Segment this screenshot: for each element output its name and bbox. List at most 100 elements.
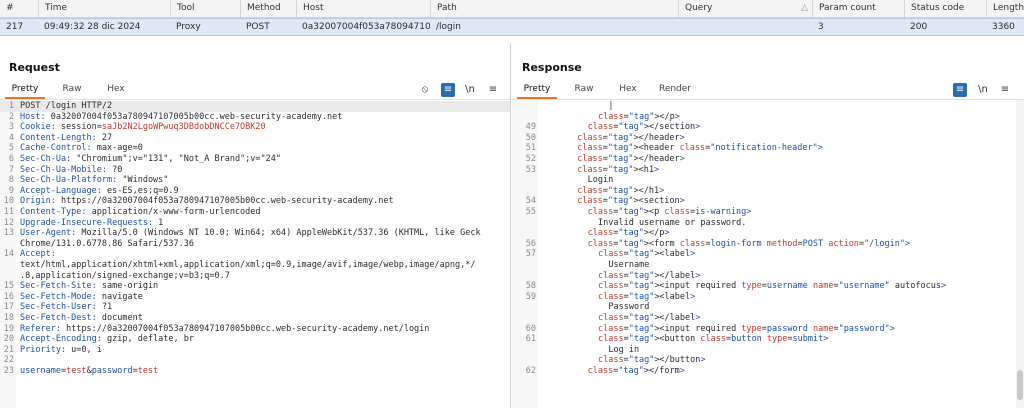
line-text: class="tag"><label> bbox=[598, 249, 696, 260]
line-text: .8,application/signed-exchange;v=b3;q=0.… bbox=[20, 271, 230, 282]
header-name: Sec-Fetch-Site: bbox=[20, 281, 97, 292]
header-value: session= bbox=[55, 122, 102, 133]
line-text: text/html,application/xhtml+xml,applicat… bbox=[20, 260, 475, 271]
wrap-lines-icon[interactable]: ≡ bbox=[441, 83, 455, 97]
header-name: Sec-Fetch-Mode: bbox=[20, 291, 97, 302]
line-number: 19 bbox=[3, 323, 14, 334]
col-number[interactable]: # bbox=[0, 0, 38, 17]
line-text: username=test&password=test bbox=[20, 366, 158, 377]
code-line: 54 class="tag"><section> bbox=[512, 196, 1024, 207]
header-name: Cookie: bbox=[20, 122, 56, 133]
line-number: 6 bbox=[8, 154, 14, 164]
col-path[interactable]: Path bbox=[430, 0, 678, 17]
line-number: 60 bbox=[525, 323, 536, 334]
response-title: Response bbox=[522, 61, 582, 74]
history-header-row: # Time Tool Method Host Path Query △ Par… bbox=[0, 0, 1024, 18]
header-name: Content-Type: bbox=[20, 207, 87, 217]
line-text: class="tag"></p> bbox=[598, 111, 680, 122]
code-line: 60 class="tag"><input required type=passw… bbox=[512, 324, 1024, 335]
code-line: 59 class="tag"><label> bbox=[512, 292, 1024, 303]
code-line: 14 Accept: bbox=[0, 249, 510, 260]
header-value: es-ES,es;q=0.9 bbox=[101, 185, 179, 196]
newline-icon[interactable]: \n bbox=[976, 83, 990, 97]
line-number: 3 bbox=[8, 122, 14, 133]
line-text: Invalid username or password. bbox=[598, 217, 747, 228]
col-time[interactable]: Time bbox=[38, 0, 170, 17]
code-line: 53 class="tag"><h1> bbox=[512, 165, 1024, 176]
row-path: /login bbox=[436, 22, 461, 32]
tab-raw[interactable]: Raw bbox=[57, 81, 87, 99]
line-number: 7 bbox=[8, 164, 14, 175]
tab-hex[interactable]: Hex bbox=[101, 81, 131, 99]
request-line: POST /login HTTP/2 bbox=[20, 101, 113, 111]
code-line: 51 class="tag"><header class="notificatio… bbox=[512, 143, 1024, 154]
line-text: class="tag"></label> bbox=[598, 313, 701, 323]
code-line: class="tag"></button> bbox=[512, 355, 1024, 366]
col-status-code[interactable]: Status code bbox=[904, 0, 986, 17]
response-editor[interactable]: | class="tag"></p> 49 class="tag"></section… bbox=[512, 100, 1024, 408]
code-line: 12 Upgrade-Insecure-Requests: 1 bbox=[0, 218, 510, 229]
line-text: Content-Length: 27 bbox=[20, 133, 112, 144]
line-text: Sec-Fetch-User: ?1 bbox=[20, 302, 112, 313]
hamburger-menu-icon[interactable]: ≡ bbox=[998, 83, 1012, 97]
code-line: 13 User-Agent: Mozilla/5.0 (Windows NT 10… bbox=[0, 228, 510, 239]
line-text: Upgrade-Insecure-Requests: 1 bbox=[20, 218, 163, 229]
row-method: POST bbox=[246, 22, 270, 32]
line-text: Sec-Fetch-Site: same-origin bbox=[20, 281, 158, 292]
line-text: Username bbox=[608, 260, 650, 270]
line-number: 10 bbox=[3, 196, 14, 207]
line-text: Accept: bbox=[20, 249, 56, 260]
line-text: class="tag"></h1> bbox=[577, 185, 665, 196]
hamburger-menu-icon[interactable]: ≡ bbox=[486, 83, 500, 97]
tab-pretty[interactable]: Pretty bbox=[5, 81, 45, 99]
line-text: Accept-Encoding: gzip, deflate, br bbox=[20, 334, 194, 345]
header-value: navigate bbox=[96, 291, 143, 302]
header-value: 27 bbox=[96, 132, 113, 143]
request-editor[interactable]: 1 POST /login HTTP/2 2 Host: 0a32007004f053… bbox=[0, 100, 510, 408]
line-number: 57 bbox=[525, 249, 536, 260]
col-param-count[interactable]: Param count bbox=[812, 0, 904, 17]
code-line: 9 Accept-Language: es-ES,es;q=0.9 bbox=[0, 186, 510, 197]
tab-raw[interactable]: Raw bbox=[569, 81, 599, 99]
col-host[interactable]: Host bbox=[296, 0, 430, 17]
line-text: class="tag"></header> bbox=[577, 154, 685, 164]
line-number: 14 bbox=[3, 249, 14, 260]
col-length[interactable]: Length bbox=[986, 0, 1024, 17]
col-query[interactable]: Query △ bbox=[678, 0, 812, 17]
header-name: User-Agent: bbox=[20, 228, 77, 239]
header-name: Sec-Ch-Ua-Mobile: bbox=[20, 164, 107, 175]
line-number: 4 bbox=[8, 132, 14, 143]
col-method[interactable]: Method bbox=[240, 0, 296, 17]
col-tool[interactable]: Tool bbox=[170, 0, 240, 17]
code-line: 57 class="tag"><label> bbox=[512, 249, 1024, 260]
header-value: text/html,application/xhtml+xml,applicat… bbox=[20, 260, 476, 270]
header-name: Accept-Language: bbox=[20, 185, 102, 196]
code-line: 49 class="tag"></section> bbox=[512, 122, 1024, 133]
tab-pretty[interactable]: Pretty bbox=[517, 81, 557, 99]
code-line: 62 class="tag"></form> bbox=[512, 366, 1024, 377]
row-number: 217 bbox=[6, 22, 24, 32]
code-line: Invalid username or password. bbox=[512, 218, 1024, 229]
request-panel: Request ⦸ ≡ \n ≡ Pretty Raw Hex 1 POST /l… bbox=[0, 43, 511, 408]
header-value: "Windows" bbox=[117, 175, 169, 186]
header-value: u=0, i bbox=[66, 344, 102, 355]
tab-hex[interactable]: Hex bbox=[613, 81, 643, 99]
eye-slash-icon[interactable]: ⦸ bbox=[418, 83, 432, 97]
line-text: Host: 0a32007004f053a780947107005b00cc.w… bbox=[20, 112, 342, 123]
sort-ascending-icon[interactable]: △ bbox=[801, 0, 808, 17]
table-row[interactable]: 217 09:49:32 28 dic 2024 Proxy POST 0a32… bbox=[0, 18, 1024, 36]
newline-icon[interactable]: \n bbox=[463, 83, 477, 97]
header-name: username bbox=[20, 366, 61, 376]
header-value: 0a32007004f053a780947107005b00cc.web-sec… bbox=[45, 111, 343, 122]
line-number: 20 bbox=[3, 334, 14, 345]
line-number: 17 bbox=[3, 302, 14, 313]
code-line: 1 POST /login HTTP/2 bbox=[0, 101, 510, 112]
line-number: 5 bbox=[8, 143, 14, 154]
code-line: 7 Sec-Ch-Ua-Mobile: ?0 bbox=[0, 165, 510, 176]
header-name: Sec-Fetch-Dest: bbox=[20, 313, 97, 323]
line-number: 2 bbox=[8, 111, 14, 122]
wrap-lines-icon[interactable]: ≡ bbox=[953, 83, 967, 97]
header-name: Priority: bbox=[20, 344, 67, 355]
header-value: ?1 bbox=[96, 302, 113, 313]
tab-render[interactable]: Render bbox=[655, 81, 695, 99]
